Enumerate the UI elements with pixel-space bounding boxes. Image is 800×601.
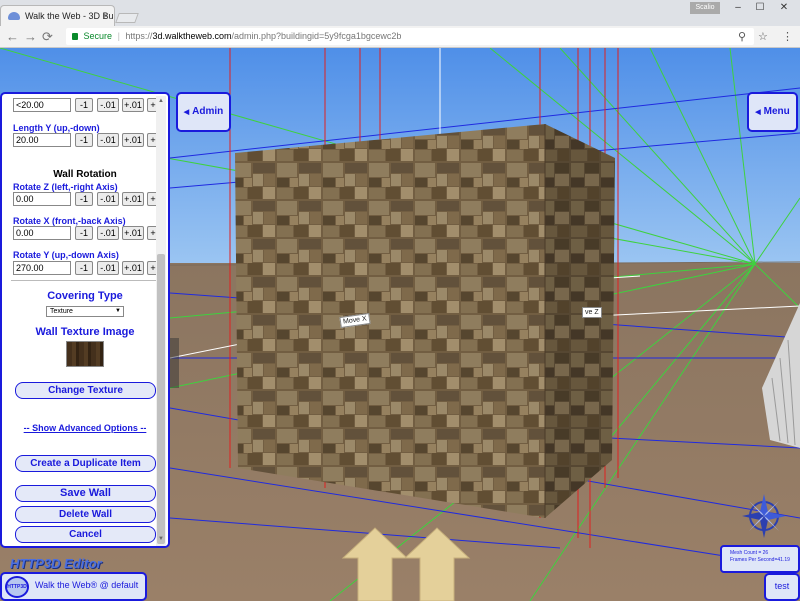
site-icon [8, 12, 20, 20]
wall-texture-thumbnail[interactable] [66, 341, 104, 367]
fps-readout: Frames Per Second=41.19 [730, 557, 790, 563]
show-advanced-options-link[interactable]: -- Show Advanced Options -- [5, 423, 165, 433]
divider [11, 280, 157, 281]
covering-type-select[interactable]: Texture ▼ [46, 306, 124, 317]
extension-icon[interactable]: ⚲ [738, 30, 746, 43]
menu-label: Menu [763, 106, 790, 117]
arrow-left-icon: ◀ [755, 109, 761, 116]
address-bar: ← → ⟳ Secure | https://3d.walktheweb.com… [0, 26, 800, 48]
top-value-field[interactable]: <20.00 [13, 98, 71, 112]
move-z-label[interactable]: ve Z [582, 307, 602, 318]
walktheweb-badge[interactable]: HTTP3D Walk the Web® @ default [0, 572, 147, 601]
rotate-z-field[interactable]: 0.00 [13, 192, 71, 206]
minus-1-button[interactable]: -1 [75, 133, 93, 147]
plus-01-button[interactable]: +.01 [122, 133, 144, 147]
rotate-y-label: Rotate Y (up,-down Axis) [13, 250, 119, 260]
reload-icon[interactable]: ⟳ [42, 29, 53, 45]
arrow-left-icon: ◀ [183, 109, 190, 116]
change-texture-button[interactable]: Change Texture [15, 382, 156, 399]
scrollbar-thumb[interactable] [157, 254, 165, 544]
tab-bar: Walk the Web - 3D Build × Scalio – ☐ ✕ [0, 0, 800, 26]
menu-button[interactable]: ◀ Menu [747, 92, 798, 132]
url-text: https://3d.walktheweb.com/admin.php?buil… [125, 31, 401, 41]
minus-1-button[interactable]: -1 [75, 226, 93, 240]
wall-editor-panel: <20.00 -1 -.01 +.01 +1 Length Y (up,-dow… [0, 92, 170, 548]
save-wall-button[interactable]: Save Wall [15, 485, 156, 502]
browser-menu-icon[interactable]: ⋮ [782, 30, 793, 43]
plus-01-button[interactable]: +.01 [122, 261, 144, 275]
forward-icon[interactable]: → [24, 29, 37, 44]
minus-01-button[interactable]: -.01 [97, 133, 119, 147]
close-window-icon[interactable]: ✕ [776, 2, 792, 16]
compass-icon[interactable] [740, 492, 788, 540]
url-host: 3d.walktheweb.com [152, 31, 232, 41]
rotate-y-field[interactable]: 270.00 [13, 261, 71, 275]
back-icon[interactable]: ← [6, 29, 19, 44]
plus-01-button[interactable]: +.01 [122, 98, 144, 112]
delete-wall-button[interactable]: Delete Wall [15, 506, 156, 523]
admin-label: Admin [192, 106, 224, 117]
minus-01-button[interactable]: -.01 [97, 226, 119, 240]
wall-rotation-title: Wall Rotation [53, 169, 117, 180]
secure-label: Secure [83, 31, 113, 41]
chevron-down-icon: ▼ [115, 308, 121, 314]
minus-1-button[interactable]: -1 [75, 98, 93, 112]
rotate-x-label: Rotate X (front,-back Axis) [13, 216, 126, 226]
plus-01-button[interactable]: +.01 [122, 192, 144, 206]
wall-texture-title: Wall Texture Image [35, 326, 135, 338]
scroll-down-icon[interactable]: ▼ [158, 536, 164, 542]
url-path: /admin.php?buildingid=5y9fcga1bgcewc2b [231, 31, 402, 41]
mesh-count: Mesh Count = 26 [730, 550, 769, 556]
minus-01-button[interactable]: -.01 [97, 192, 119, 206]
test-button[interactable]: test [764, 573, 800, 601]
tab-close-icon[interactable]: × [103, 11, 109, 22]
walktheweb-label: Walk the Web® @ default [35, 580, 139, 590]
profile-badge[interactable]: Scalio [690, 2, 720, 14]
lock-icon [72, 33, 78, 40]
length-y-label: Length Y (up,-down) [13, 123, 100, 133]
cancel-button[interactable]: Cancel [15, 526, 156, 543]
covering-type-value: Texture [50, 308, 73, 315]
http3d-logo-icon: HTTP3D [5, 576, 29, 598]
stats-panel: Mesh Count = 26 Frames Per Second=41.19 [720, 545, 800, 573]
bookmark-star-icon[interactable]: ☆ [758, 30, 768, 43]
editor-title: HTTP3D Editor [10, 556, 102, 571]
rotate-x-field[interactable]: 0.00 [13, 226, 71, 240]
panel-scrollbar[interactable]: ▲ ▼ [156, 96, 166, 546]
minus-1-button[interactable]: -1 [75, 192, 93, 206]
create-duplicate-button[interactable]: Create a Duplicate Item [15, 455, 156, 472]
maximize-icon[interactable]: ☐ [752, 2, 768, 16]
rotate-z-label: Rotate Z (left,-right Axis) [13, 182, 118, 192]
length-y-field[interactable]: 20.00 [13, 133, 71, 147]
new-tab-button[interactable] [115, 13, 139, 23]
url-input[interactable]: Secure | https://3d.walktheweb.com/admin… [66, 28, 754, 45]
minus-01-button[interactable]: -.01 [97, 98, 119, 112]
minimize-icon[interactable]: – [730, 2, 746, 16]
admin-button[interactable]: ◀ Admin [176, 92, 231, 132]
browser-tab[interactable]: Walk the Web - 3D Build × [0, 5, 115, 26]
minus-01-button[interactable]: -.01 [97, 261, 119, 275]
covering-type-title: Covering Type [47, 290, 123, 302]
url-scheme: https:// [125, 31, 153, 41]
plus-01-button[interactable]: +.01 [122, 226, 144, 240]
url-separator: | [117, 31, 120, 41]
tab-title: Walk the Web - 3D Build [25, 11, 115, 21]
scroll-up-icon[interactable]: ▲ [158, 98, 164, 104]
minus-1-button[interactable]: -1 [75, 261, 93, 275]
